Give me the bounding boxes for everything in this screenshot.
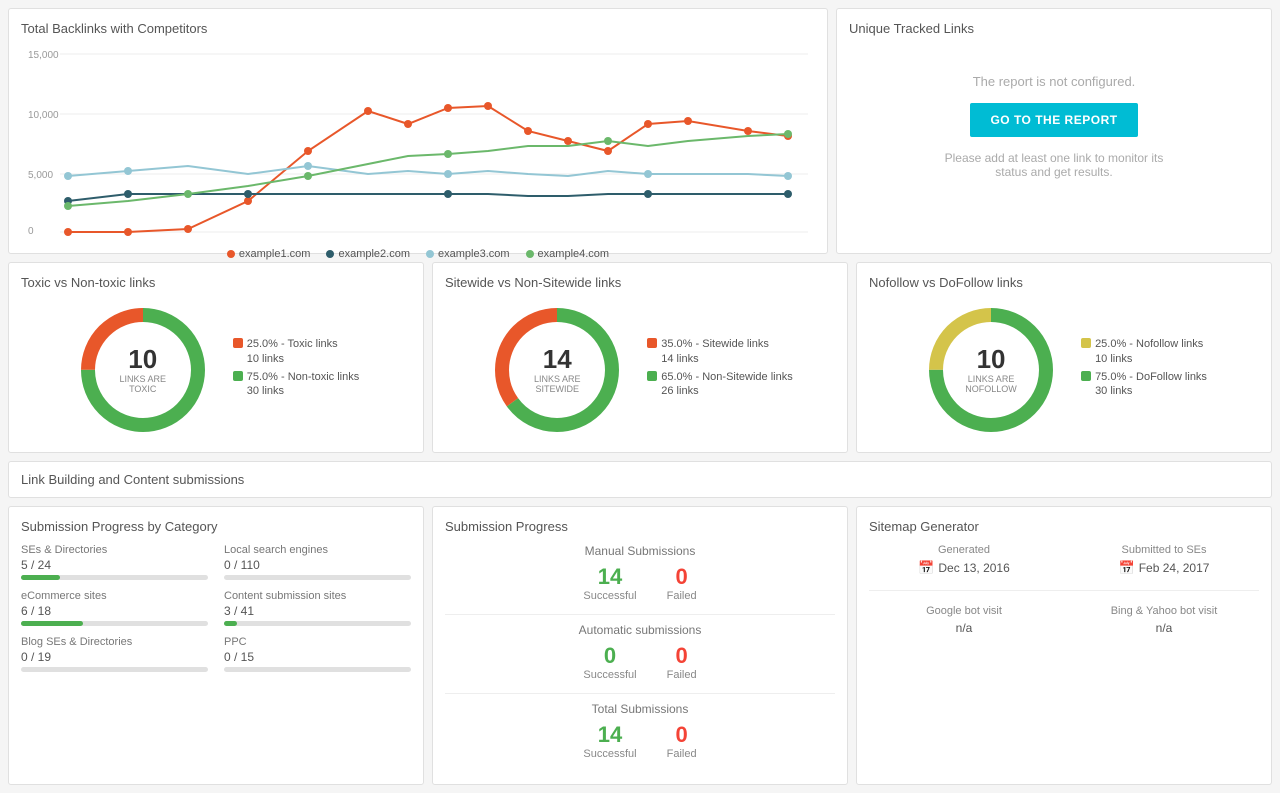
sitemap-submitted: Submitted to SEs 📅 Feb 24, 2017 xyxy=(1069,544,1259,576)
total-success: 14 Successful xyxy=(583,722,636,760)
sitemap-grid: Generated 📅 Dec 13, 2016 Submitted to SE… xyxy=(869,544,1259,635)
nofollow-donut: 10 LINKS ARE NOFOLLOW xyxy=(921,300,1061,440)
manual-submissions: Manual Submissions 14 Successful 0 Faile… xyxy=(445,544,835,602)
calendar-icon-generated: 📅 xyxy=(918,560,934,576)
sitewide-legend-item-0: 35.0% - Sitewide links 14 links xyxy=(647,337,792,366)
sitewide-donut: 14 LINKS ARE SITEWIDE xyxy=(487,300,627,440)
auto-fail: 0 Failed xyxy=(667,643,697,681)
sitewide-center: 14 LINKS ARE SITEWIDE xyxy=(522,346,592,394)
nofollow-legend-item-1: 75.0% - DoFollow links 30 links xyxy=(1081,370,1207,399)
nofollow-legend-item-0: 25.0% - Nofollow links 10 links xyxy=(1081,337,1207,366)
manual-title: Manual Submissions xyxy=(445,544,835,558)
legend-example4: example4.com xyxy=(526,248,610,260)
svg-text:5,000: 5,000 xyxy=(28,170,53,181)
sitewide-donut-wrap: 14 LINKS ARE SITEWIDE 35.0% - Sitewide l… xyxy=(445,300,835,440)
submission-category-card: Submission Progress by Category SEs & Di… xyxy=(8,506,424,785)
legend-example1: example1.com xyxy=(227,248,311,260)
submission-progress-title: Submission Progress xyxy=(445,519,835,534)
sitewide-title: Sitewide vs Non-Sitewide links xyxy=(445,275,835,290)
backlinks-card: Total Backlinks with Competitors 15,000 … xyxy=(8,8,828,254)
submission-category-grid: SEs & Directories 5 / 24 Local search en… xyxy=(21,544,411,672)
nofollow-center: 10 LINKS ARE NOFOLLOW xyxy=(956,346,1026,394)
auto-success: 0 Successful xyxy=(583,643,636,681)
toxic-legend-item-1: 75.0% - Non-toxic links 30 links xyxy=(233,370,360,399)
auto-title: Automatic submissions xyxy=(445,623,835,637)
auto-submissions: Automatic submissions 0 Successful 0 Fai… xyxy=(445,623,835,681)
sitemap-bing: Bing & Yahoo bot visit n/a xyxy=(1069,605,1259,635)
toxic-card: Toxic vs Non-toxic links 10 LINKS ARE TO… xyxy=(8,262,424,453)
tracked-content: The report is not configured. GO TO THE … xyxy=(849,46,1259,206)
total-title: Total Submissions xyxy=(445,702,835,716)
submission-category-title: Submission Progress by Category xyxy=(21,519,411,534)
backlinks-title: Total Backlinks with Competitors xyxy=(21,21,815,36)
manual-success: 14 Successful xyxy=(583,564,636,602)
calendar-icon-submitted: 📅 xyxy=(1119,560,1135,576)
sub-item-4: Blog SEs & Directories 0 / 19 xyxy=(21,636,208,672)
go-to-report-button[interactable]: GO TO THE REPORT xyxy=(970,103,1137,137)
manual-fail: 0 Failed xyxy=(667,564,697,602)
tracked-note: Please add at least one link to monitor … xyxy=(944,151,1164,179)
sitewide-legend: 35.0% - Sitewide links 14 links 65.0% - … xyxy=(647,337,792,402)
sitewide-card: Sitewide vs Non-Sitewide links 14 LINKS … xyxy=(432,262,848,453)
svg-text:10,000: 10,000 xyxy=(28,110,59,121)
legend-example2: example2.com xyxy=(326,248,410,260)
sitemap-title: Sitemap Generator xyxy=(869,519,1259,534)
total-submissions: Total Submissions 14 Successful 0 Failed xyxy=(445,702,835,760)
sub-item-2: eCommerce sites 6 / 18 xyxy=(21,590,208,626)
sitemap-google: Google bot visit n/a xyxy=(869,605,1059,635)
legend-example3: example3.com xyxy=(426,248,510,260)
sitemap-card: Sitemap Generator Generated 📅 Dec 13, 20… xyxy=(856,506,1272,785)
toxic-center: 10 LINKS ARE TOXIC xyxy=(108,346,178,394)
total-fail: 0 Failed xyxy=(667,722,697,760)
sub-item-5: PPC 0 / 15 xyxy=(224,636,411,672)
sitewide-legend-item-1: 65.0% - Non-Sitewide links 26 links xyxy=(647,370,792,399)
not-configured-text: The report is not configured. xyxy=(973,74,1136,89)
sub-item-1: Local search engines 0 / 110 xyxy=(224,544,411,580)
tracked-card: Unique Tracked Links The report is not c… xyxy=(836,8,1272,254)
backlinks-chart: 15,000 10,000 5,000 0 xyxy=(21,46,815,241)
svg-text:15,000: 15,000 xyxy=(28,50,59,61)
toxic-title: Toxic vs Non-toxic links xyxy=(21,275,411,290)
backlinks-legend: example1.com example2.com example3.com e… xyxy=(21,248,815,260)
toxic-legend-item-0: 25.0% - Toxic links 10 links xyxy=(233,337,360,366)
link-building-label: Link Building and Content submissions xyxy=(8,461,1272,498)
toxic-donut: 10 LINKS ARE TOXIC xyxy=(73,300,213,440)
nofollow-card: Nofollow vs DoFollow links 10 LINKS ARE … xyxy=(856,262,1272,453)
sub-item-0: SEs & Directories 5 / 24 xyxy=(21,544,208,580)
submission-progress-card: Submission Progress Manual Submissions 1… xyxy=(432,506,848,785)
toxic-donut-wrap: 10 LINKS ARE TOXIC 25.0% - Toxic links 1… xyxy=(21,300,411,440)
toxic-legend: 25.0% - Toxic links 10 links 75.0% - Non… xyxy=(233,337,360,402)
sub-item-3: Content submission sites 3 / 41 xyxy=(224,590,411,626)
nofollow-donut-wrap: 10 LINKS ARE NOFOLLOW 25.0% - Nofollow l… xyxy=(869,300,1259,440)
nofollow-legend: 25.0% - Nofollow links 10 links 75.0% - … xyxy=(1081,337,1207,402)
svg-text:0: 0 xyxy=(28,226,34,237)
tracked-title: Unique Tracked Links xyxy=(849,21,1259,36)
nofollow-title: Nofollow vs DoFollow links xyxy=(869,275,1259,290)
sitemap-generated: Generated 📅 Dec 13, 2016 xyxy=(869,544,1059,576)
